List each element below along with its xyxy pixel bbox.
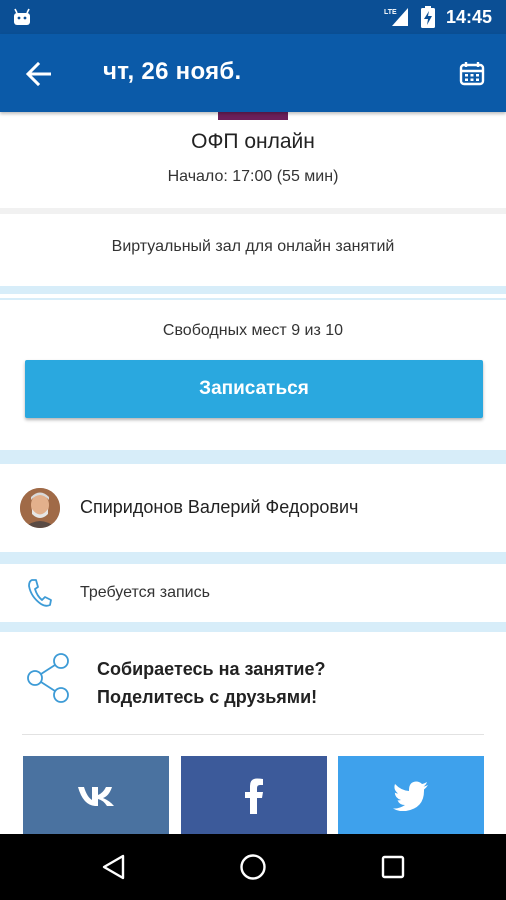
facebook-share-button[interactable] bbox=[181, 756, 327, 834]
class-title: ОФП онлайн bbox=[191, 130, 315, 153]
nav-recents-button[interactable] bbox=[369, 843, 417, 891]
status-clock: 14:45 bbox=[446, 7, 493, 27]
class-color-marker bbox=[218, 112, 288, 120]
requirement-row: Требуется запись bbox=[0, 564, 506, 622]
svg-text:LTE: LTE bbox=[384, 9, 397, 16]
class-details: ОФП онлайн Начало: 17:00 (55 мин) Виртуа… bbox=[0, 112, 506, 834]
divider bbox=[0, 208, 506, 214]
signup-button[interactable]: Записаться bbox=[25, 360, 483, 418]
section-divider bbox=[0, 450, 506, 464]
free-seats: Свободных мест 9 из 10 bbox=[162, 322, 344, 339]
divider bbox=[22, 734, 484, 735]
recents-square-icon bbox=[381, 855, 405, 879]
page-title: чт, 26 нояб. bbox=[103, 58, 242, 85]
home-circle-icon bbox=[240, 854, 266, 880]
nav-home-button[interactable] bbox=[229, 843, 277, 891]
share-icon bbox=[27, 653, 69, 703]
calendar-button[interactable] bbox=[448, 50, 496, 98]
twitter-share-button[interactable] bbox=[338, 756, 484, 834]
section-divider bbox=[0, 622, 506, 632]
vk-share-button[interactable] bbox=[23, 756, 169, 834]
section-divider-line bbox=[0, 298, 506, 300]
status-bar: LTE 14:45 bbox=[0, 0, 506, 34]
requirement-text: Требуется запись bbox=[80, 584, 210, 601]
arrow-left-icon bbox=[25, 61, 51, 87]
calendar-icon bbox=[459, 62, 485, 86]
share-prompt: Собираетесь на занятие? Поделитесь с дру… bbox=[97, 655, 326, 711]
class-start-time: Начало: 17:00 (55 мин) bbox=[167, 168, 339, 185]
section-divider bbox=[0, 552, 506, 564]
trainer-name: Спиридонов Валерий Федорович bbox=[80, 497, 359, 517]
vk-icon bbox=[78, 787, 114, 806]
share-prompt-line1: Собираетесь на занятие? bbox=[97, 659, 326, 679]
share-prompt-line2: Поделитесь с друзьями! bbox=[97, 687, 318, 707]
android-icon bbox=[14, 8, 30, 25]
system-nav-bar bbox=[0, 834, 506, 900]
venue-name: Виртуальный зал для онлайн занятий bbox=[111, 238, 395, 255]
twitter-icon bbox=[393, 781, 428, 811]
back-triangle-icon bbox=[102, 854, 125, 880]
nav-back-button[interactable] bbox=[89, 843, 137, 891]
phone-icon bbox=[28, 579, 52, 607]
battery-charging-icon bbox=[421, 6, 435, 28]
app-toolbar: чт, 26 нояб. bbox=[0, 34, 506, 112]
section-divider bbox=[0, 286, 506, 294]
lte-signal-icon: LTE bbox=[384, 8, 408, 26]
trainer-row[interactable]: Спиридонов Валерий Федорович bbox=[0, 470, 506, 546]
back-button[interactable] bbox=[14, 50, 62, 98]
facebook-icon bbox=[245, 778, 263, 814]
trainer-avatar bbox=[20, 488, 60, 528]
